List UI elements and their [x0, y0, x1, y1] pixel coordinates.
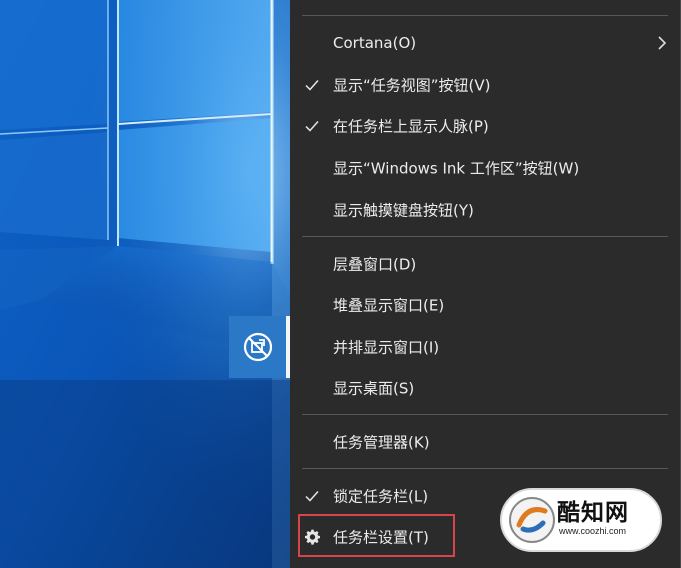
people-off-icon — [243, 332, 272, 362]
highlight-annotation — [298, 514, 455, 557]
watermark-logo: 酷知网 www.coozhi.com — [499, 487, 663, 553]
menu-item-label: 层叠窗口(D) — [333, 255, 417, 274]
menu-item-show-desktop[interactable]: 显示桌面(S) — [290, 368, 676, 408]
taskbar-context-menu: Cortana(O) 显示“任务视图”按钮(V) 在任务栏上显示人脉(P) 显示… — [290, 0, 681, 568]
menu-item-label: 显示“任务视图”按钮(V) — [333, 76, 491, 95]
menu-item-label: 锁定任务栏(L) — [333, 487, 429, 506]
menu-item-label: 在任务栏上显示人脉(P) — [333, 117, 489, 136]
menu-separator — [302, 15, 668, 16]
menu-item-side-by-side-windows[interactable]: 并排显示窗口(I) — [290, 327, 676, 367]
menu-item-show-people[interactable]: 在任务栏上显示人脉(P) — [290, 106, 676, 146]
checkmark-icon — [305, 121, 319, 132]
desktop-wallpaper — [0, 0, 292, 568]
menu-separator — [302, 468, 668, 469]
screenshot: Cortana(O) 显示“任务视图”按钮(V) 在任务栏上显示人脉(P) 显示… — [0, 0, 681, 568]
menu-separator — [302, 236, 668, 237]
watermark-subtitle: www.coozhi.com — [559, 526, 627, 536]
menu-item-task-manager[interactable]: 任务管理器(K) — [290, 422, 676, 462]
menu-item-label: 任务管理器(K) — [333, 433, 430, 452]
menu-item-cascade-windows[interactable]: 层叠窗口(D) — [290, 244, 676, 284]
menu-item-show-windows-ink-button[interactable]: 显示“Windows Ink 工作区”按钮(W) — [290, 148, 676, 188]
checkmark-icon — [305, 80, 319, 91]
taskbar-app-button[interactable] — [229, 316, 286, 378]
menu-item-show-touch-keyboard-button[interactable]: 显示触摸键盘按钮(Y) — [290, 190, 676, 230]
menu-item-label: 堆叠显示窗口(E) — [333, 296, 445, 315]
menu-item-label: Cortana(O) — [333, 34, 417, 52]
menu-item-label: 显示“Windows Ink 工作区”按钮(W) — [333, 159, 580, 178]
chevron-right-icon — [658, 36, 667, 50]
menu-item-label: 并排显示窗口(I) — [333, 338, 440, 357]
menu-item-stack-windows[interactable]: 堆叠显示窗口(E) — [290, 285, 676, 325]
menu-item-cortana[interactable]: Cortana(O) — [290, 23, 676, 63]
menu-item-label: 显示触摸键盘按钮(Y) — [333, 201, 474, 220]
menu-item-label: 显示桌面(S) — [333, 379, 415, 398]
checkmark-icon — [305, 491, 319, 502]
menu-separator — [302, 414, 668, 415]
watermark-title: 酷知网 — [557, 500, 629, 526]
menu-item-show-task-view-button[interactable]: 显示“任务视图”按钮(V) — [290, 65, 676, 105]
